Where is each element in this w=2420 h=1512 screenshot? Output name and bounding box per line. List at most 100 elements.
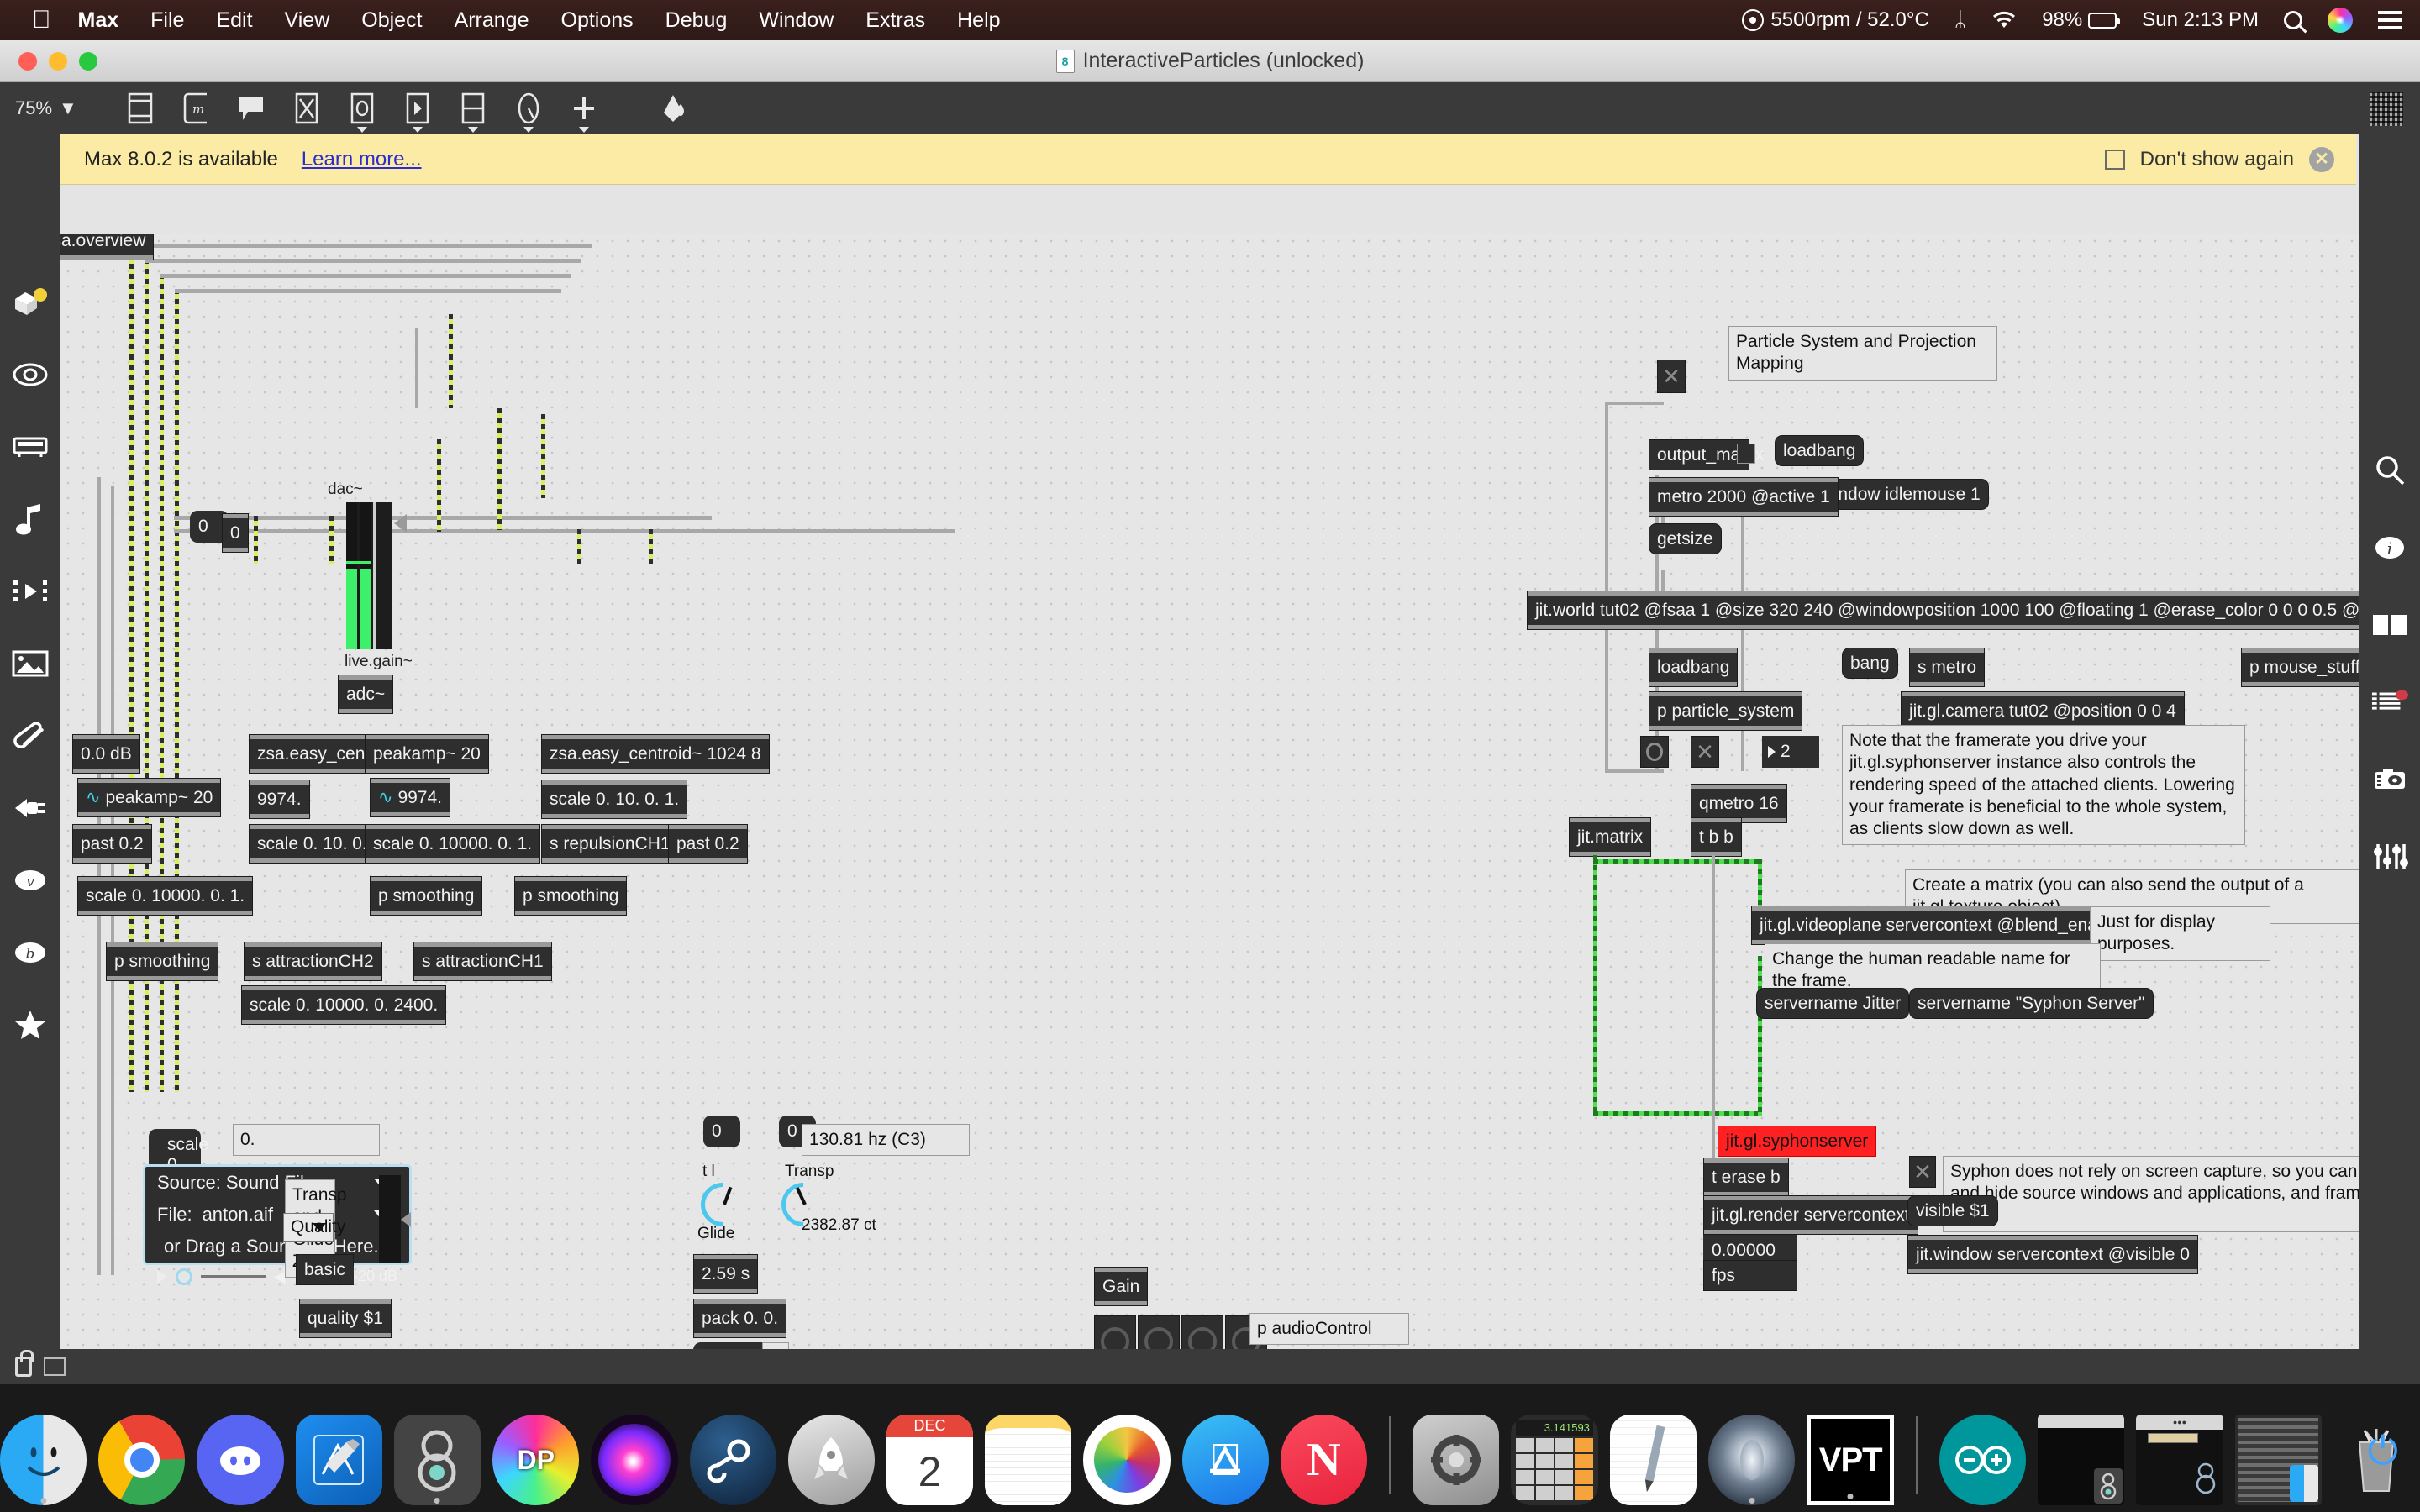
message-object-icon[interactable] [395,89,440,133]
object-centroid-ch1[interactable]: 0.0 dB [72,734,140,774]
menu-item-max[interactable]: Max [78,8,119,33]
menu-item-arrange[interactable]: Arrange [455,8,529,33]
bluetooth-icon[interactable]: ᛦ [1954,8,1966,32]
object-jit-world[interactable]: jit.world tut02 @fsaa 1 @size 320 240 @w… [1527,591,2360,630]
object-centroid-ch2[interactable]: peakamp~ 20 [365,734,489,774]
paperclip-icon[interactable] [12,717,49,754]
grid-toggle-button[interactable] [2370,92,2403,126]
toggle-visible[interactable]: ✕ [1909,1156,1936,1188]
dock-item-notes[interactable] [985,1415,1072,1505]
zoom-level-selector[interactable]: 75% ▼ [15,97,77,119]
dock-item-calculator[interactable]: 3.141593 [1511,1415,1598,1505]
object-adc[interactable]: 0 [222,513,249,553]
spotlight-search-icon[interactable] [2284,11,2302,29]
message-servername-jitter[interactable]: servername Jitter [1756,988,1910,1019]
object-metro-2000[interactable]: metro 2000 @active 1 [1649,477,1839,517]
message-servername-syphon[interactable]: servername "Syphon Server" [1909,988,2154,1019]
menu-item-file[interactable]: File [150,8,184,33]
paint-bucket-icon[interactable] [650,89,696,128]
source-row[interactable]: Source: Sound File [145,1167,409,1199]
siri-icon[interactable] [2328,8,2353,33]
object-scale-a1[interactable]: 9974. [249,780,310,819]
signal-display-ch1[interactable]: ∿ peakamp~ 20 [77,778,222,817]
object-t-erase-b[interactable]: t erase b [1703,1158,1789,1197]
learn-more-link[interactable]: Learn more... [302,148,422,171]
dock-item-appstore[interactable]:  [1181,1415,1269,1505]
observe-icon[interactable] [12,356,49,393]
dont-show-again-checkbox[interactable] [2104,149,2125,170]
object-send-attraction-ch1[interactable]: p smoothing [106,942,219,981]
object-p-audiocontrol[interactable]: Gain [1094,1267,1149,1306]
menu-item-object[interactable]: Object [361,8,422,33]
object-jit-gl-syphonserver[interactable]: jit.gl.syphonserver [1718,1126,1877,1157]
object-jit-gl-videoplane[interactable]: jit.gl.videoplane servercontext @blend_e… [1751,906,2144,945]
signal-display-ch2[interactable]: ∿ 9974. [370,778,451,817]
keyboard-icon[interactable] [12,428,49,465]
object-t-l[interactable]: quality $1 [299,1299,392,1338]
file-row[interactable]: File: anton.aif [145,1199,409,1231]
object-s-metro[interactable]: s metro [1909,648,1986,687]
sound-file-player-panel[interactable]: Source: Sound File File: anton.aif or Dr… [143,1164,412,1285]
power-icon[interactable]: ⏻ [2368,1428,2398,1475]
toggle-qmetro[interactable]: ✕ [1691,736,1719,768]
quality-dropdown[interactable]: Quality [283,1213,345,1242]
object-loadbang-2[interactable]: loadbang [1649,648,1739,687]
dock-window-app[interactable] [2234,1415,2322,1505]
control-center-icon[interactable] [2378,11,2402,29]
object-past-ch2[interactable]: past 0.2 [668,824,748,864]
dock-window-max-patch[interactable]: ●●● [2136,1415,2223,1505]
object-output-matrix[interactable]: output_matrix [1649,439,1764,470]
message-visible[interactable]: visible $1 [1907,1195,1998,1226]
toggle-top[interactable]: ✕ [1657,360,1686,393]
console-icon[interactable] [2371,684,2408,721]
dock-item-arduino[interactable] [1939,1415,2027,1505]
dock-item-news[interactable]: N [1280,1415,1368,1505]
object-smoothing-1[interactable]: scale 0. 10000. 0. 1. [77,876,254,916]
object-zsa-overview[interactable]: zsa.overview [60,234,155,260]
minimize-window-button[interactable] [49,52,67,71]
close-icon[interactable]: ✕ [2309,146,2334,172]
position-slider[interactable] [201,1274,266,1278]
menu-clock[interactable]: Sun 2:13 PM [2142,8,2259,32]
dock-item-dp[interactable]: DP [492,1415,580,1505]
presentation-mode-icon[interactable] [44,1357,66,1376]
object-scale-b1[interactable]: past 0.2 [72,824,152,864]
image-icon[interactable] [12,645,49,682]
search-icon[interactable] [2371,452,2408,489]
dock-item-audio[interactable] [1708,1415,1796,1505]
vizzie-icon[interactable]: v [12,862,49,899]
dock-item-settings[interactable] [1412,1415,1500,1505]
lock-icon[interactable] [15,1350,34,1377]
dock-item-chrome[interactable] [98,1415,186,1505]
battery-status[interactable]: 98% [2042,8,2121,32]
menu-item-debug[interactable]: Debug [666,8,728,33]
output-matrix-toggle[interactable] [1737,444,1755,464]
dock-item-launchpad[interactable] [787,1415,875,1505]
object-p-particle-system[interactable]: p particle_system [1649,691,1803,731]
patcher-canvas[interactable]: zsa.overview 0 0 dac~ live.gain~ adc~ 0.… [60,234,2360,1384]
menu-item-window[interactable]: Window [759,8,834,33]
object-peakamp-ch2[interactable]: zsa.easy_centroid~ 1024 8 [541,734,770,774]
dock-item-finder[interactable] [0,1415,87,1505]
star-icon[interactable] [12,1006,49,1043]
play-icon[interactable] [157,1269,167,1284]
m-object-icon[interactable]: m [173,89,218,128]
comment-icon[interactable] [229,89,274,128]
object-bang[interactable]: bang [1842,648,1898,679]
object-p-mouse-stuff[interactable]: p mouse_stuff [2241,648,2360,687]
bang-button-right[interactable] [1640,736,1669,768]
object-smoothing-3[interactable]: p smoothing [514,876,628,916]
snapshot-icon[interactable] [2371,761,2408,798]
number-box-transp-1[interactable]: 0 [703,1116,740,1147]
wifi-icon[interactable] [1991,11,2017,29]
dock-window-terminal[interactable] [2038,1415,2125,1505]
object-scale-b2[interactable]: scale 0. 10000. 0. 1. [365,824,541,864]
object-scale-a2[interactable]: scale 0. 10. 0. 1. [541,780,688,819]
dock-item-vpt[interactable]: VPT [1807,1415,1895,1505]
dock-item-steam[interactable] [689,1415,776,1505]
object-jit-matrix[interactable]: jit.matrix [1569,817,1652,857]
apple-logo-icon[interactable]:  [32,8,51,33]
transp-dial[interactable] [692,1173,754,1236]
number-box-2[interactable]: 2 [1762,736,1819,768]
menu-item-options[interactable]: Options [561,8,634,33]
